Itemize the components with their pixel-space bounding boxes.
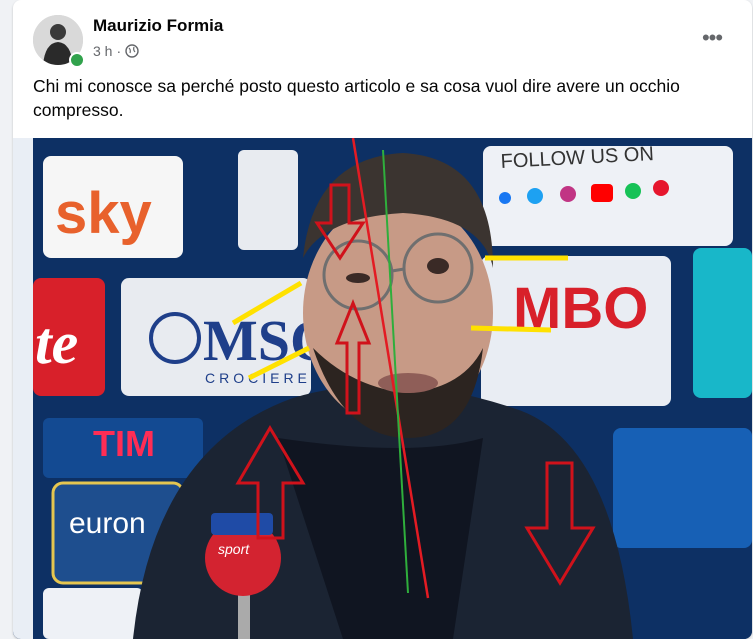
post-message: Chi mi conosce sa perché posto questo ar… [33, 76, 680, 120]
facebook-post-card: Maurizio Formia 3 h · ••• Chi mi conosce… [13, 0, 752, 639]
post-timestamp[interactable]: 3 h [93, 43, 112, 59]
post-meta: 3 h · [93, 43, 139, 59]
globe-icon [125, 44, 139, 58]
more-options-button[interactable]: ••• [698, 25, 726, 50]
online-status-indicator [69, 52, 85, 68]
mic-sport-label: sport [218, 541, 250, 557]
euro-logo-text: euron [69, 507, 146, 540]
sky-logo-text: sky [55, 181, 152, 246]
te-logo-text: te [35, 310, 78, 376]
author-name-link[interactable]: Maurizio Formia [93, 16, 223, 36]
tim-logo-text: TIM [93, 423, 155, 464]
post-photo[interactable]: sky te MSC CROCIERE FOLLOW US ON MBO TIM… [13, 138, 752, 639]
meta-separator: · [116, 43, 122, 59]
